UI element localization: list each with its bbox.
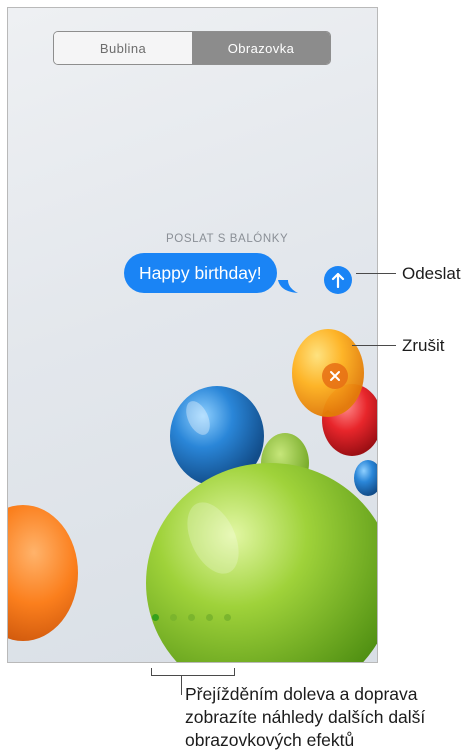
cancel-callout-label: Zrušit <box>402 336 445 355</box>
tab-obrazovka[interactable]: Obrazovka <box>192 32 330 64</box>
balloon-blue-small <box>354 460 377 496</box>
effect-label: POSLAT S BALÓNKY <box>166 233 289 245</box>
message-bubble-tail <box>278 280 298 293</box>
phone-screen: Bublina Obrazovka POSLAT S BALÓNKY Happy… <box>7 7 378 663</box>
cancel-button[interactable] <box>322 363 348 389</box>
send-callout-line <box>356 273 396 274</box>
effect-type-segmented-control: Bublina Obrazovka <box>53 31 331 65</box>
balloons-animation <box>8 329 377 662</box>
page-dot[interactable] <box>170 614 177 621</box>
swipe-bracket-horizontal <box>151 675 235 676</box>
swipe-callout-text: Přejížděním doleva a doprava zobrazíte n… <box>185 683 425 752</box>
balloon-orange <box>8 505 78 641</box>
arrow-up-icon <box>331 272 345 288</box>
page-dot[interactable] <box>206 614 213 621</box>
balloon-green-big <box>146 463 377 662</box>
message-text: Happy birthday! <box>139 262 262 283</box>
swipe-bracket-stem <box>181 675 182 695</box>
swipe-bracket-left <box>151 668 152 676</box>
page-dot[interactable] <box>152 614 159 621</box>
send-button[interactable] <box>324 266 352 294</box>
page-dot[interactable] <box>188 614 195 621</box>
send-callout-label: Odeslat <box>402 264 461 283</box>
cancel-callout-line <box>352 345 396 346</box>
swipe-callout-line-1: Přejížděním doleva a doprava <box>185 684 418 704</box>
tab-bublina[interactable]: Bublina <box>54 32 192 64</box>
page-dot[interactable] <box>224 614 231 621</box>
page-indicator <box>152 614 231 621</box>
message-bubble: Happy birthday! <box>124 253 277 293</box>
swipe-bracket-right <box>234 668 235 676</box>
swipe-callout-line-2: zobrazíte náhledy dalších další <box>185 707 426 727</box>
close-icon <box>330 371 340 381</box>
swipe-callout-line-3: obrazovkových efektů <box>185 730 355 750</box>
